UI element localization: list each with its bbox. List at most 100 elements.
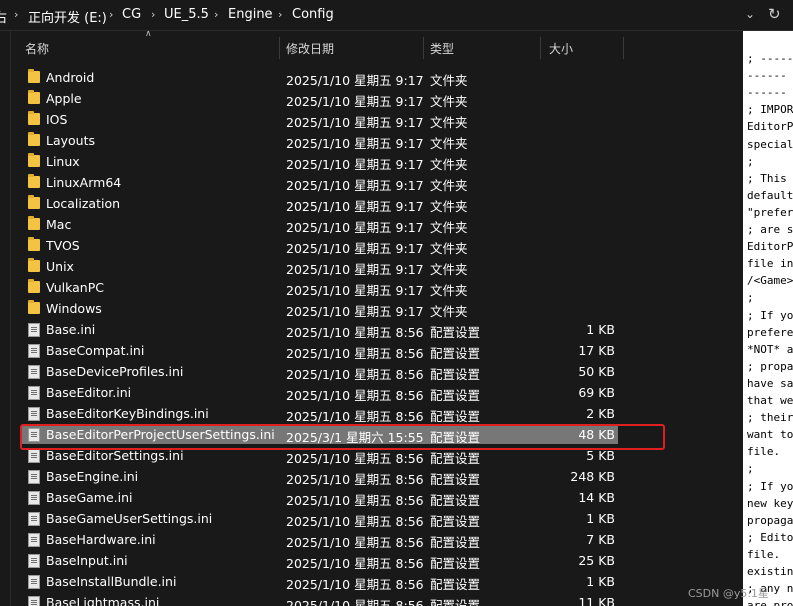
file-row[interactable]: IOS 2025/1/10 星期五 9:17 文件夹 — [0, 109, 742, 130]
file-row[interactable]: Unix 2025/1/10 星期五 9:17 文件夹 — [0, 256, 742, 277]
column-header-date[interactable]: 修改日期 — [286, 40, 334, 57]
file-type: 配置设置 — [430, 493, 481, 508]
file-type: 文件夹 — [430, 241, 468, 256]
file-row[interactable]: LinuxArm64 2025/1/10 星期五 9:17 文件夹 — [0, 172, 742, 193]
folder-icon — [28, 153, 40, 167]
file-size: 2 KB — [586, 406, 615, 421]
file-type: 文件夹 — [430, 283, 468, 298]
column-divider[interactable] — [279, 37, 280, 59]
file-row[interactable]: BaseLightmass.ini 2025/1/10 星期五 8:56 配置设置 1… — [0, 592, 742, 606]
editor-line: file in — [747, 257, 793, 271]
column-header-size[interactable]: 大小 — [549, 40, 573, 57]
breadcrumb-config[interactable]: Config — [292, 7, 334, 22]
editor-line: ; If yo — [747, 308, 793, 322]
folder-icon — [28, 279, 40, 293]
folder-icon — [28, 216, 40, 230]
file-type: 文件夹 — [430, 199, 468, 214]
file-type: 文件夹 — [430, 136, 468, 151]
file-row[interactable]: Layouts 2025/1/10 星期五 9:17 文件夹 — [0, 130, 742, 151]
column-divider[interactable] — [623, 37, 624, 59]
file-row[interactable]: VulkanPC 2025/1/10 星期五 9:17 文件夹 — [0, 277, 742, 298]
file-row[interactable]: BaseEngine.ini 2025/1/10 星期五 8:56 配置设置 248 … — [0, 466, 742, 487]
breadcrumb-cg[interactable]: CG — [122, 7, 141, 22]
column-divider[interactable] — [423, 37, 424, 59]
file-modified-date: 2025/1/10 星期五 8:56 — [286, 325, 424, 340]
file-row[interactable]: BaseHardware.ini 2025/1/10 星期五 8:56 配置设置 7 … — [0, 529, 742, 550]
file-row[interactable]: Linux 2025/1/10 星期五 9:17 文件夹 — [0, 151, 742, 172]
breadcrumb-engine[interactable]: Engine — [228, 7, 273, 22]
refresh-icon[interactable]: ↻ — [768, 5, 781, 23]
ini-file-icon — [28, 575, 40, 589]
file-row[interactable]: BaseCompat.ini 2025/1/10 星期五 8:56 配置设置 17 K… — [0, 340, 742, 361]
folder-icon — [28, 174, 40, 188]
editor-line: have sa — [747, 376, 793, 390]
file-modified-date: 2025/1/10 星期五 8:56 — [286, 556, 424, 571]
editor-line: that we — [747, 394, 793, 407]
file-type: 文件夹 — [430, 304, 468, 319]
file-name: BaseEditor.ini — [46, 385, 132, 400]
file-row[interactable]: Windows 2025/1/10 星期五 9:17 文件夹 — [0, 298, 742, 319]
file-list-pane: ∧ 名称 修改日期 类型 大小 Android 2025/1/10 星期五 9:1… — [0, 31, 742, 606]
chevron-down-icon[interactable]: ⌄ — [745, 7, 755, 21]
ini-file-icon — [28, 428, 40, 442]
file-size: 69 KB — [578, 385, 615, 400]
file-name: BaseInstallBundle.ini — [46, 574, 177, 589]
breadcrumb-root[interactable]: 右 — [0, 7, 7, 26]
file-row[interactable]: BaseEditorKeyBindings.ini 2025/1/10 星期五 8… — [0, 403, 742, 424]
file-row[interactable]: BaseEditorPerProjectUserSettings.ini 2025… — [0, 424, 742, 445]
ini-file-icon — [28, 470, 40, 484]
file-size: 1 KB — [586, 322, 615, 337]
file-name: Linux — [46, 154, 80, 169]
file-row[interactable]: Base.ini 2025/1/10 星期五 8:56 配置设置 1 KB — [0, 319, 742, 340]
editor-line: ------ — [747, 86, 787, 100]
breadcrumb-separator-icon: › — [109, 8, 114, 21]
address-bar[interactable]: 右 › 正向开发 (E:) › CG › UE_5.5 › Engine › C… — [0, 0, 793, 31]
breadcrumb-drive[interactable]: 正向开发 (E:) — [28, 7, 107, 26]
file-size: 1 KB — [586, 511, 615, 526]
file-type: 配置设置 — [430, 472, 481, 487]
ini-file-icon — [28, 365, 40, 379]
text-editor-pane[interactable]: ; ----- ------ ------ ; IMPOR EditorP special… — [743, 31, 793, 606]
file-type: 文件夹 — [430, 262, 468, 277]
ini-file-icon — [28, 596, 40, 606]
file-type: 文件夹 — [430, 157, 468, 172]
file-modified-date: 2025/1/10 星期五 9:17 — [286, 157, 424, 172]
file-name: BaseCompat.ini — [46, 343, 145, 358]
column-header-type[interactable]: 类型 — [430, 40, 454, 57]
file-row[interactable]: BaseGame.ini 2025/1/10 星期五 8:56 配置设置 14 KB — [0, 487, 742, 508]
file-row[interactable]: BaseInput.ini 2025/1/10 星期五 8:56 配置设置 25 KB — [0, 550, 742, 571]
file-modified-date: 2025/1/10 星期五 9:17 — [286, 241, 424, 256]
editor-line: existin — [747, 565, 793, 578]
file-row[interactable]: BaseEditorSettings.ini 2025/1/10 星期五 8:56… — [0, 445, 742, 466]
file-modified-date: 2025/1/10 星期五 9:17 — [286, 115, 424, 130]
file-modified-date: 2025/1/10 星期五 9:17 — [286, 73, 424, 88]
file-size: 5 KB — [586, 448, 615, 463]
column-header-bar: ∧ 名称 修改日期 类型 大小 — [0, 31, 742, 63]
file-row[interactable]: BaseEditor.ini 2025/1/10 星期五 8:56 配置设置 69 K… — [0, 382, 742, 403]
breadcrumb-ue55[interactable]: UE_5.5 — [164, 7, 209, 22]
file-modified-date: 2025/1/10 星期五 8:56 — [286, 598, 424, 606]
file-modified-date: 2025/1/10 星期五 8:56 — [286, 472, 424, 487]
file-modified-date: 2025/1/10 星期五 9:17 — [286, 283, 424, 298]
column-header-name[interactable]: 名称 — [25, 40, 49, 57]
file-row[interactable]: BaseDeviceProfiles.ini 2025/1/10 星期五 8:56… — [0, 361, 742, 382]
file-row[interactable]: BaseInstallBundle.ini 2025/1/10 星期五 8:56 配… — [0, 571, 742, 592]
ini-file-icon — [28, 323, 40, 337]
file-row[interactable]: Mac 2025/1/10 星期五 9:17 文件夹 — [0, 214, 742, 235]
file-row[interactable]: Apple 2025/1/10 星期五 9:17 文件夹 — [0, 88, 742, 109]
column-divider[interactable] — [540, 37, 541, 59]
file-row[interactable]: TVOS 2025/1/10 星期五 9:17 文件夹 — [0, 235, 742, 256]
file-row[interactable]: Localization 2025/1/10 星期五 9:17 文件夹 — [0, 193, 742, 214]
file-name: VulkanPC — [46, 280, 104, 295]
editor-line: ; Edito — [747, 530, 793, 544]
folder-icon — [28, 69, 40, 83]
sort-ascending-icon: ∧ — [145, 31, 152, 39]
file-row[interactable]: BaseGameUserSettings.ini 2025/1/10 星期五 8:… — [0, 508, 742, 529]
file-row[interactable]: Android 2025/1/10 星期五 9:17 文件夹 — [0, 67, 742, 88]
file-modified-date: 2025/1/10 星期五 9:17 — [286, 220, 424, 235]
file-size: 248 KB — [570, 469, 615, 484]
file-type: 配置设置 — [430, 388, 481, 403]
file-name: BaseEditorKeyBindings.ini — [46, 406, 209, 421]
file-type: 文件夹 — [430, 178, 468, 193]
editor-line: ; their — [747, 411, 793, 425]
